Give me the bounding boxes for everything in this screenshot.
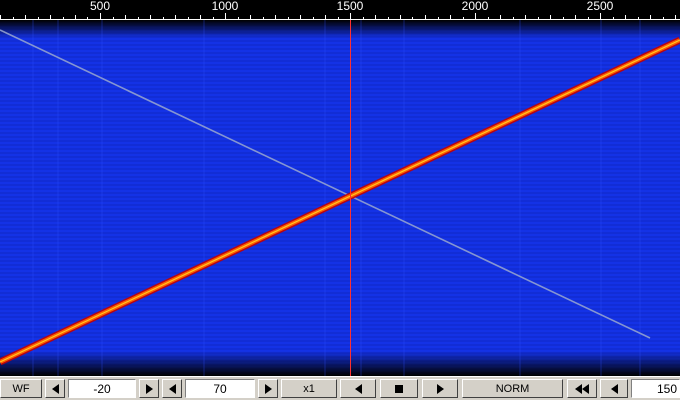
scroll-left-button[interactable] — [340, 379, 376, 398]
left-arrow-icon — [51, 383, 59, 394]
ruler-tick-label: 1000 — [211, 0, 239, 13]
stop-icon — [395, 384, 403, 393]
frequency-ruler[interactable]: 500 1000 1500 2000 2500 — [0, 0, 680, 20]
rewind-button[interactable] — [567, 379, 597, 398]
ruler-tick-label: 1500 — [336, 0, 364, 13]
zoom-button[interactable]: x1 — [281, 379, 337, 398]
right-arrow-icon — [145, 383, 153, 394]
offset-decrease-button[interactable] — [600, 379, 628, 398]
range-increase-button[interactable] — [258, 379, 278, 398]
offset-value-field[interactable]: 150 — [631, 379, 680, 398]
min-increase-button[interactable] — [139, 379, 159, 398]
left-arrow-icon — [168, 383, 176, 394]
waterfall-toolbar: WF -20 70 x1 NORM 150 — [0, 376, 680, 400]
waterfall-display[interactable] — [0, 20, 680, 376]
rewind-icon — [575, 383, 589, 394]
stop-button[interactable] — [380, 379, 418, 398]
speed-button[interactable]: NORM — [462, 379, 563, 398]
right-arrow-icon — [436, 383, 444, 394]
mode-button[interactable]: WF — [0, 379, 42, 398]
right-arrow-icon — [264, 383, 272, 394]
left-arrow-icon — [610, 383, 618, 394]
ruler-tick-label: 2000 — [461, 0, 489, 13]
range-decrease-button[interactable] — [162, 379, 182, 398]
min-value-field[interactable]: -20 — [68, 379, 136, 398]
scroll-right-button[interactable] — [422, 379, 458, 398]
ruler-tick-label: 2500 — [586, 0, 614, 13]
min-decrease-button[interactable] — [45, 379, 65, 398]
range-value-field[interactable]: 70 — [185, 379, 255, 398]
left-arrow-icon — [354, 383, 362, 394]
ruler-tick-label: 500 — [89, 0, 111, 13]
